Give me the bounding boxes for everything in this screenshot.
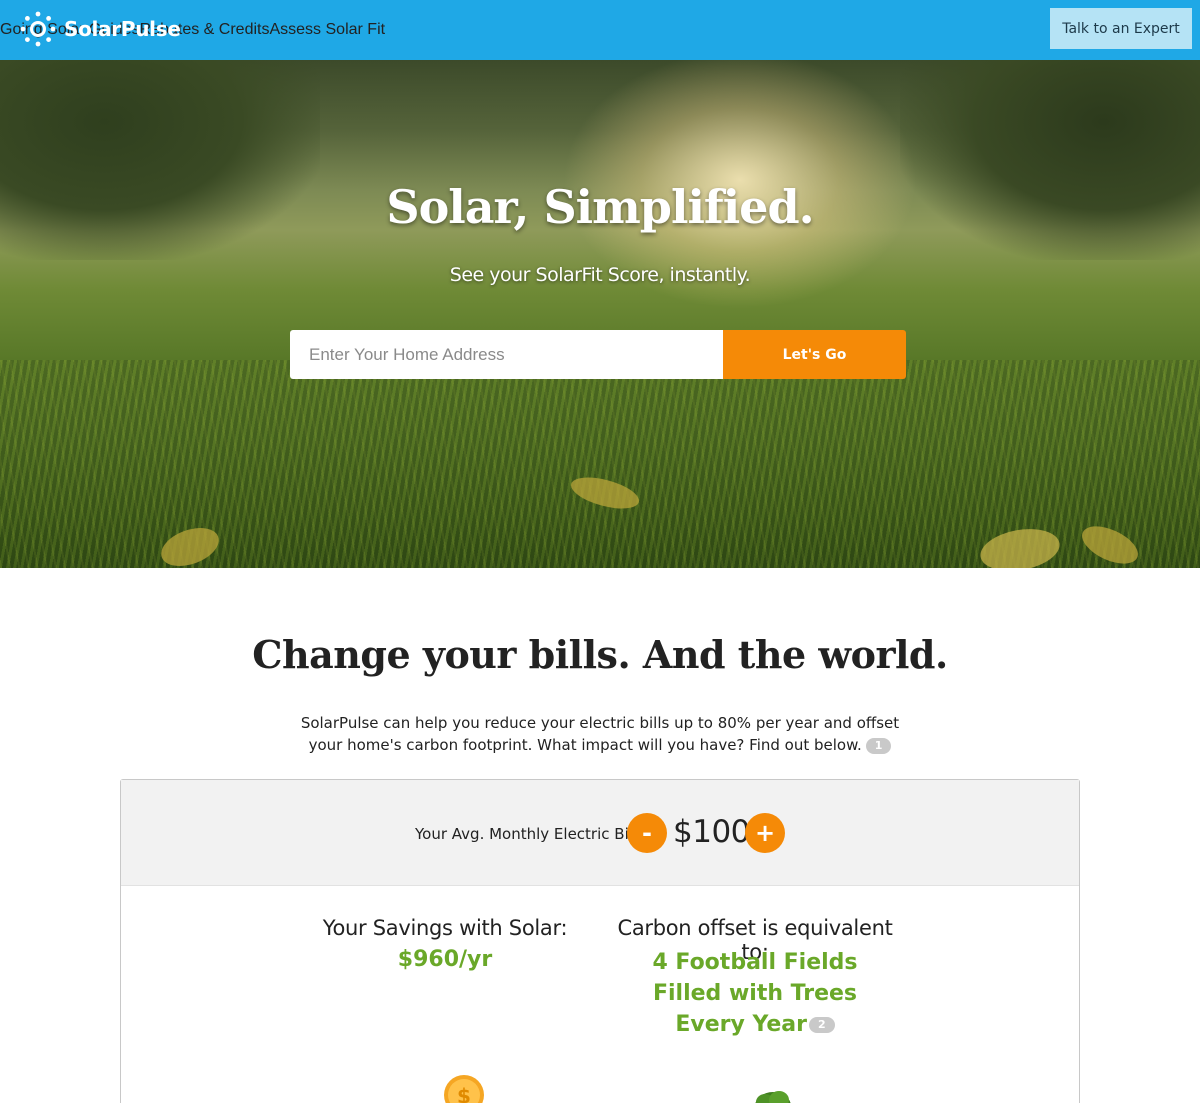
home-address-input[interactable] (290, 330, 723, 379)
coin-icon: $ (444, 1075, 484, 1103)
decrease-bill-button[interactable]: - (627, 813, 667, 853)
savings-value: $960/yr (397, 947, 493, 972)
monthly-bill-label: Your Avg. Monthly Electric Bill (415, 825, 638, 843)
brand-name: SolarPulse (64, 17, 181, 41)
top-nav-bar: SolarPulse Going Solar Guides Rebates & … (0, 0, 1200, 60)
monthly-bill-value: $100 (673, 814, 750, 850)
carbon-offset-line-1: 4 Football Fields (652, 950, 858, 975)
savings-calculator: Your Avg. Monthly Electric Bill - $100 +… (120, 779, 1080, 1103)
nav-assess-solar-fit[interactable]: Assess Solar Fit (269, 21, 385, 39)
hero-subtitle: See your SolarFit Score, instantly. (449, 264, 751, 286)
svg-text:$: $ (457, 1084, 471, 1103)
impact-description-text: SolarPulse can help you reduce your elec… (300, 714, 900, 754)
hero-banner: Solar, Simplified. See your SolarFit Sco… (0, 60, 1200, 568)
impact-description: SolarPulse can help you reduce your elec… (300, 712, 900, 756)
savings-label: Your Savings with Solar: (322, 916, 568, 940)
brand-logo[interactable]: SolarPulse (20, 10, 181, 48)
increase-bill-button[interactable]: + (745, 813, 785, 853)
lets-go-button[interactable]: Let's Go (723, 330, 906, 379)
carbon-offset-line-3-text: Every Year (675, 1012, 807, 1037)
carbon-offset-line-2: Filled with Trees (652, 981, 858, 1006)
bill-input-row: Your Avg. Monthly Electric Bill - $100 + (121, 780, 1079, 886)
hero-title: Solar, Simplified. (386, 180, 814, 234)
carbon-offset-value: 4 Football Fields Filled with Trees Ever… (605, 947, 905, 1040)
sun-logo-icon (20, 11, 56, 47)
footnote-2-badge[interactable]: 2 (809, 1017, 835, 1033)
talk-to-expert-button[interactable]: Talk to an Expert (1050, 8, 1192, 49)
tree-icon (755, 1091, 791, 1103)
carbon-offset-line-3: Every Year 2 (605, 1009, 905, 1040)
impact-section-title: Change your bills. And the world. (252, 632, 948, 677)
footnote-1-badge[interactable]: 1 (865, 737, 892, 754)
